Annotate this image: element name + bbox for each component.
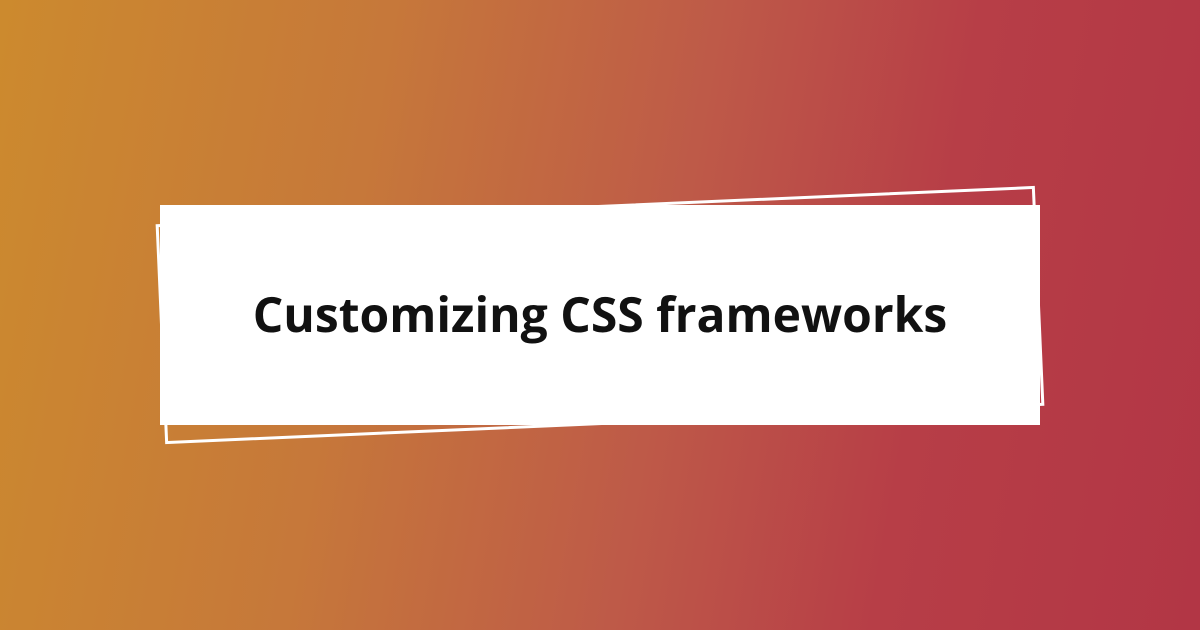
page-title: Customizing CSS frameworks [253,286,948,344]
title-card: Customizing CSS frameworks [160,205,1040,425]
title-panel: Customizing CSS frameworks [160,205,1040,425]
